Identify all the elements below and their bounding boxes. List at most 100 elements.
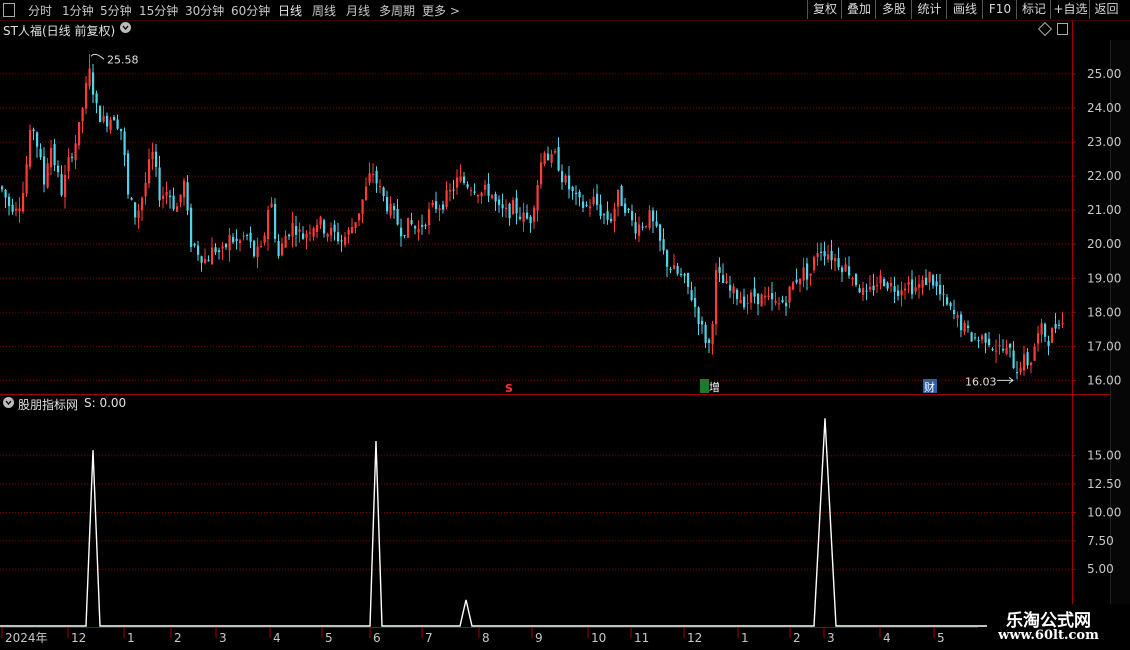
toolbar-button-5[interactable]: F10 <box>982 0 1017 19</box>
candle-14 <box>50 139 53 175</box>
toolbar-button-7[interactable]: +自选 <box>1050 0 1090 19</box>
candle-body <box>1030 362 1033 366</box>
candle-219 <box>767 286 770 301</box>
candle-172 <box>603 212 606 225</box>
candle-49 <box>172 187 175 212</box>
candle-187 <box>655 210 658 228</box>
candle-7 <box>25 155 28 198</box>
period-tab-0[interactable]: 分时 <box>28 2 52 19</box>
toolbar-button-1[interactable]: 叠加 <box>841 0 876 19</box>
indicator-menu-icon[interactable] <box>3 397 14 408</box>
candle-5 <box>18 197 21 223</box>
candle-178 <box>624 197 627 217</box>
candle-27 <box>95 90 98 114</box>
candle-119 <box>417 220 420 241</box>
candle-body <box>1019 367 1022 373</box>
candle-body <box>984 333 987 343</box>
period-tab-10[interactable]: 更多 > <box>422 2 460 19</box>
candle-body <box>316 224 319 232</box>
candle-body <box>134 202 137 218</box>
candle-body <box>834 258 837 262</box>
candle-body <box>991 348 994 350</box>
candle-body <box>15 208 18 211</box>
candle-body <box>396 208 399 225</box>
candle-body <box>417 228 420 233</box>
candle-body <box>1002 348 1005 351</box>
candle-body <box>53 144 56 166</box>
candle-body <box>456 177 459 188</box>
candle-146 <box>512 197 515 215</box>
candle-226 <box>792 281 795 291</box>
candle-body <box>813 257 816 271</box>
candle-196 <box>687 272 690 295</box>
period-tab-8[interactable]: 月线 <box>346 2 370 19</box>
candle-247 <box>865 283 868 301</box>
candle-182 <box>638 216 641 243</box>
candle-body <box>99 106 102 122</box>
candle-17 <box>60 165 63 197</box>
toolbar-button-6[interactable]: 标记 <box>1016 0 1051 19</box>
period-tab-4[interactable]: 30分钟 <box>185 2 224 19</box>
toolbar-button-2[interactable]: 多股 <box>875 0 912 19</box>
period-tab-1[interactable]: 1分钟 <box>62 2 94 19</box>
period-tab-2[interactable]: 5分钟 <box>100 2 132 19</box>
candle-55 <box>193 242 196 248</box>
stock-menu-icon[interactable] <box>120 22 131 33</box>
toolbar-button-3[interactable]: 统计 <box>911 0 947 19</box>
toolbar-button-8[interactable]: 返回 <box>1089 0 1123 19</box>
candle-body <box>249 232 252 242</box>
candle-body <box>610 218 613 222</box>
x-tick-label-13: 12 <box>687 631 702 645</box>
candle-body <box>281 243 284 256</box>
candle-body <box>172 195 175 210</box>
high-pointer <box>90 53 105 60</box>
candle-183 <box>641 222 644 231</box>
candle-body <box>529 216 532 224</box>
candle-300 <box>1051 326 1054 344</box>
window-menu-icon[interactable] <box>3 3 15 17</box>
period-tab-6[interactable]: 日线 <box>278 2 302 19</box>
candle-body <box>869 286 872 290</box>
candle-117 <box>410 212 413 226</box>
candle-body <box>323 220 326 234</box>
candle-body <box>816 252 819 258</box>
candle-71 <box>249 226 252 249</box>
period-tab-5[interactable]: 60分钟 <box>231 2 270 19</box>
candle-body <box>841 267 844 273</box>
candle-1 <box>4 189 7 208</box>
indicator-line-S <box>0 418 1072 627</box>
toolbar-button-0[interactable]: 复权 <box>807 0 842 19</box>
candle-body <box>435 201 438 210</box>
period-tab-3[interactable]: 15分钟 <box>139 2 178 19</box>
toolbar-button-4[interactable]: 画线 <box>946 0 983 19</box>
s-tick-label-4: 15.00 <box>1087 449 1121 463</box>
candle-body <box>897 290 900 297</box>
period-tab-9[interactable]: 多周期 <box>379 2 415 19</box>
candle-118 <box>414 225 417 235</box>
panel-toggle-icon[interactable] <box>1057 23 1068 35</box>
candle-264 <box>925 269 928 286</box>
candle-body <box>424 225 427 227</box>
candle-41 <box>144 171 147 205</box>
candle-278 <box>974 333 977 341</box>
candle-body <box>872 285 875 291</box>
candle-body <box>802 267 805 281</box>
candle-body <box>470 190 473 192</box>
candle-body <box>963 322 966 332</box>
candle-body <box>603 214 606 216</box>
x-tick-label-0: 2024年 <box>5 631 48 645</box>
candle-53 <box>186 175 189 216</box>
candle-body <box>270 203 273 208</box>
candle-89 <box>312 226 315 241</box>
candle-body <box>277 241 280 257</box>
candle-body <box>900 290 903 296</box>
candle-85 <box>298 222 301 243</box>
candle-106 <box>372 163 375 184</box>
candle-body <box>967 325 970 328</box>
candle-body <box>778 303 781 305</box>
candle-194 <box>680 267 683 278</box>
candle-body <box>379 186 382 188</box>
candle-body <box>781 300 784 303</box>
candle-body <box>284 235 287 248</box>
period-tab-7[interactable]: 周线 <box>312 2 336 19</box>
